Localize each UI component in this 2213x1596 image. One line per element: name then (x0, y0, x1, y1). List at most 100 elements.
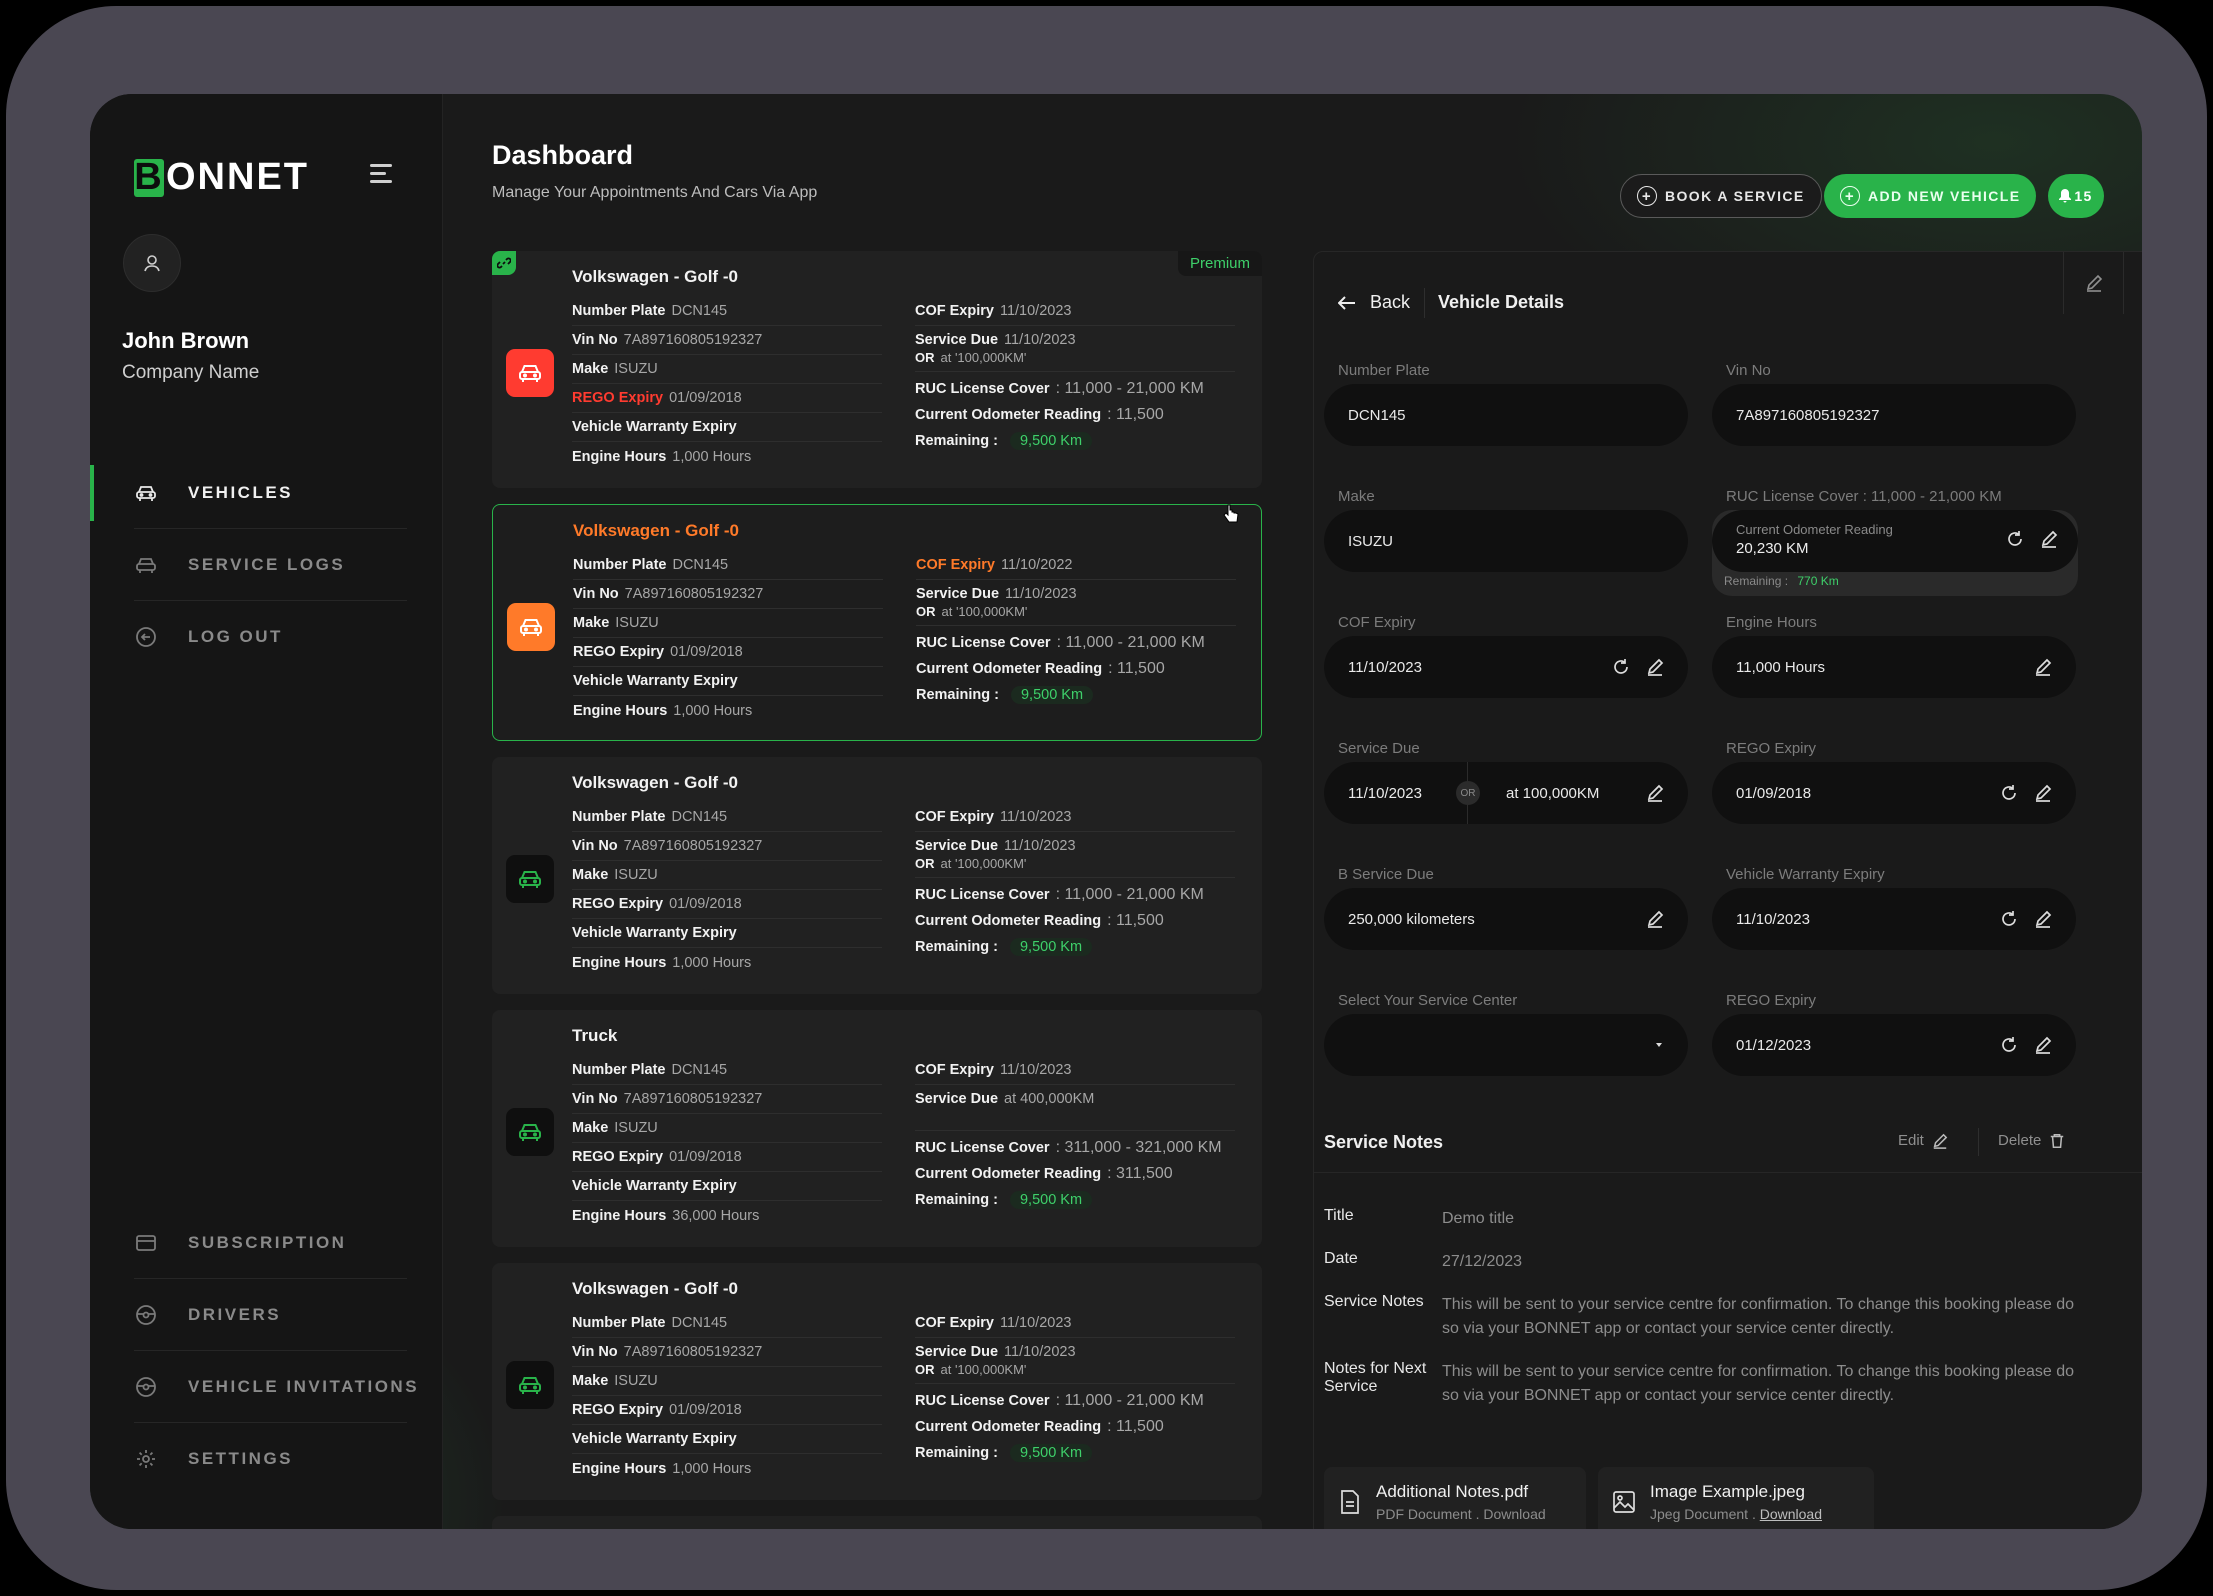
attachment-image[interactable]: Image Example.jpeg Jpeg Document . Downl… (1598, 1467, 1874, 1529)
ruc-odometer-field[interactable]: Current Odometer Reading 20,230 KM Remai… (1712, 510, 2078, 596)
pencil-icon[interactable] (1646, 910, 1664, 928)
label: Current Odometer Reading (915, 1419, 1102, 1435)
label: Vin No (572, 1344, 618, 1360)
number-plate-field[interactable]: DCN145 (1324, 384, 1688, 446)
value: 11/10/2023 (999, 303, 1072, 319)
value: DCN145 (671, 1062, 728, 1078)
rego-expiry-field-2[interactable]: 01/12/2023 (1712, 1014, 2076, 1076)
b-service-due-field[interactable]: 250,000 kilometers (1324, 888, 1688, 950)
user-icon (144, 255, 160, 272)
service-notes-title: Service Notes (1324, 1132, 1444, 1152)
vehicle-info-right: COF Expiry 11/10/2023 Service Due 11/10/202… (915, 803, 1235, 960)
note-key: Title (1324, 1207, 1354, 1224)
pencil-icon (2086, 274, 2102, 292)
field-label: Vehicle Warranty Expiry (1726, 866, 1885, 883)
vehicle-card[interactable]: Volkswagen - Golf -0 Number Plate DCN145 Vi… (492, 504, 1262, 741)
value: at 400,000KM (1004, 1091, 1095, 1107)
field-label: Number Plate (1338, 362, 1430, 379)
service-due-field[interactable]: 11/10/2023 OR at 100,000KM (1324, 762, 1688, 824)
pencil-icon[interactable] (1646, 658, 1664, 676)
vehicle-card[interactable]: Volkswagen - Golf -0 Number Plate DCN145 Vi… (492, 757, 1262, 994)
warranty-expiry-field[interactable]: 11/10/2023 (1712, 888, 2076, 950)
value: 7A897160805192327 (624, 586, 764, 602)
make-field[interactable]: ISUZU (1324, 510, 1688, 572)
brand-logo[interactable]: B ONNET (134, 156, 309, 199)
value: : 11,500 (1107, 912, 1164, 929)
nav-vehicles[interactable]: VEHICLES (90, 457, 443, 529)
attachment-pdf[interactable]: Additional Notes.pdf PDF Document . Down… (1324, 1467, 1586, 1529)
add-vehicle-label: ADD NEW VEHICLE (1868, 188, 2021, 204)
vehicle-info-left: Number Plate DCN145 Vin No 7A89716080519232… (572, 1309, 882, 1483)
nav-logout[interactable]: LOG OUT (90, 601, 443, 673)
refresh-icon[interactable] (2000, 784, 2018, 802)
vehicle-card[interactable]: Truck Number Plate DCN145 Vin No 7A897160805… (492, 1010, 1262, 1247)
pencil-icon[interactable] (1646, 784, 1664, 802)
download-link[interactable]: Download (1760, 1506, 1822, 1522)
value: 11/10/2022 (1000, 557, 1073, 573)
edit-vehicle-button[interactable] (2063, 252, 2123, 314)
vehicle-card[interactable]: Premium Volkswagen - Golf -0 Number Plate D… (492, 251, 1262, 488)
book-service-button[interactable]: + BOOK A SERVICE (1620, 174, 1822, 218)
avatar[interactable] (123, 234, 181, 292)
label: Make (573, 615, 610, 631)
field-value: 11/10/2023 (1736, 910, 1810, 928)
back-button[interactable]: Back (1338, 292, 1410, 313)
service-center-select[interactable] (1324, 1014, 1688, 1076)
steering-wheel-icon (134, 1375, 158, 1399)
arrow-left-icon (1338, 295, 1355, 310)
field-label: REGO Expiry (1726, 740, 1817, 757)
label: Number Plate (572, 303, 666, 319)
refresh-icon[interactable] (1612, 658, 1630, 676)
note-key: Date (1324, 1250, 1358, 1267)
pencil-icon[interactable] (2034, 658, 2052, 676)
label: COF Expiry (915, 303, 994, 319)
nav-drivers[interactable]: DRIVERS (90, 1279, 443, 1351)
nav-subscription[interactable]: SUBSCRIPTION (90, 1207, 443, 1279)
value: 11/10/2023 (999, 1062, 1072, 1078)
value: DCN145 (671, 303, 728, 319)
menu-toggle-icon[interactable] (370, 164, 392, 184)
value: : 311,500 (1107, 1165, 1173, 1182)
notifications-button[interactable]: 15 (2048, 174, 2104, 218)
download-link[interactable]: Download (1483, 1506, 1545, 1522)
value: 11/10/2023 (1005, 586, 1077, 602)
value: 7A897160805192327 (623, 1091, 763, 1107)
pencil-icon[interactable] (2034, 1036, 2052, 1054)
edit-notes-button[interactable]: Edit (1898, 1132, 1948, 1149)
label: Service Due (915, 838, 999, 854)
pencil-icon[interactable] (2034, 784, 2052, 802)
value: 01/09/2018 (669, 390, 742, 406)
remaining-row: Remaining : 770 Km (1724, 574, 1839, 588)
label: Current Odometer Reading (915, 1166, 1102, 1182)
device-frame: B ONNET John Brown Company Name VEHICLES… (6, 6, 2207, 1590)
refresh-icon[interactable] (2000, 910, 2018, 928)
vehicle-card[interactable] (492, 1516, 1262, 1529)
label: Vehicle Warranty Expiry (572, 1178, 737, 1194)
engine-hours-field[interactable]: 11,000 Hours (1712, 636, 2076, 698)
cof-expiry-field[interactable]: 11/10/2023 (1324, 636, 1688, 698)
pencil-icon (1933, 1133, 1948, 1149)
field-value: 01/12/2023 (1736, 1036, 1812, 1054)
vehicle-card[interactable]: Volkswagen - Golf -0 Number Plate DCN145 Vi… (492, 1263, 1262, 1500)
label: Current Odometer Reading (915, 913, 1102, 929)
vehicle-info-left: Number Plate DCN145 Vin No 7A89716080519232… (572, 803, 882, 977)
refresh-icon[interactable] (2000, 1036, 2018, 1054)
vehicle-details-panel: Back Vehicle Details Number Plate DCN145… (1313, 251, 2142, 1529)
delete-vehicle-button[interactable] (2123, 252, 2142, 314)
pencil-icon[interactable] (2040, 530, 2058, 548)
logo-text: ONNET (166, 156, 309, 198)
nav-service-logs[interactable]: SERVICE LOGS (90, 529, 443, 601)
field-label: COF Expiry (1338, 614, 1416, 631)
rego-expiry-field[interactable]: 01/09/2018 (1712, 762, 2076, 824)
delete-notes-button[interactable]: Delete (1998, 1132, 2065, 1149)
file-type: Jpeg Document . (1650, 1506, 1756, 1522)
vin-field[interactable]: 7A897160805192327 (1712, 384, 2076, 446)
nav-label: LOG OUT (188, 627, 283, 646)
nav-settings[interactable]: SETTINGS (90, 1423, 443, 1495)
label: RUC License Cover (915, 1140, 1050, 1156)
note-row: Notes for Next Service This will be sent … (1324, 1360, 2082, 1408)
nav-vehicle-invitations[interactable]: VEHICLE INVITATIONS (90, 1351, 443, 1423)
add-vehicle-button[interactable]: + ADD NEW VEHICLE (1824, 174, 2037, 218)
refresh-icon[interactable] (2006, 530, 2024, 548)
pencil-icon[interactable] (2034, 910, 2052, 928)
